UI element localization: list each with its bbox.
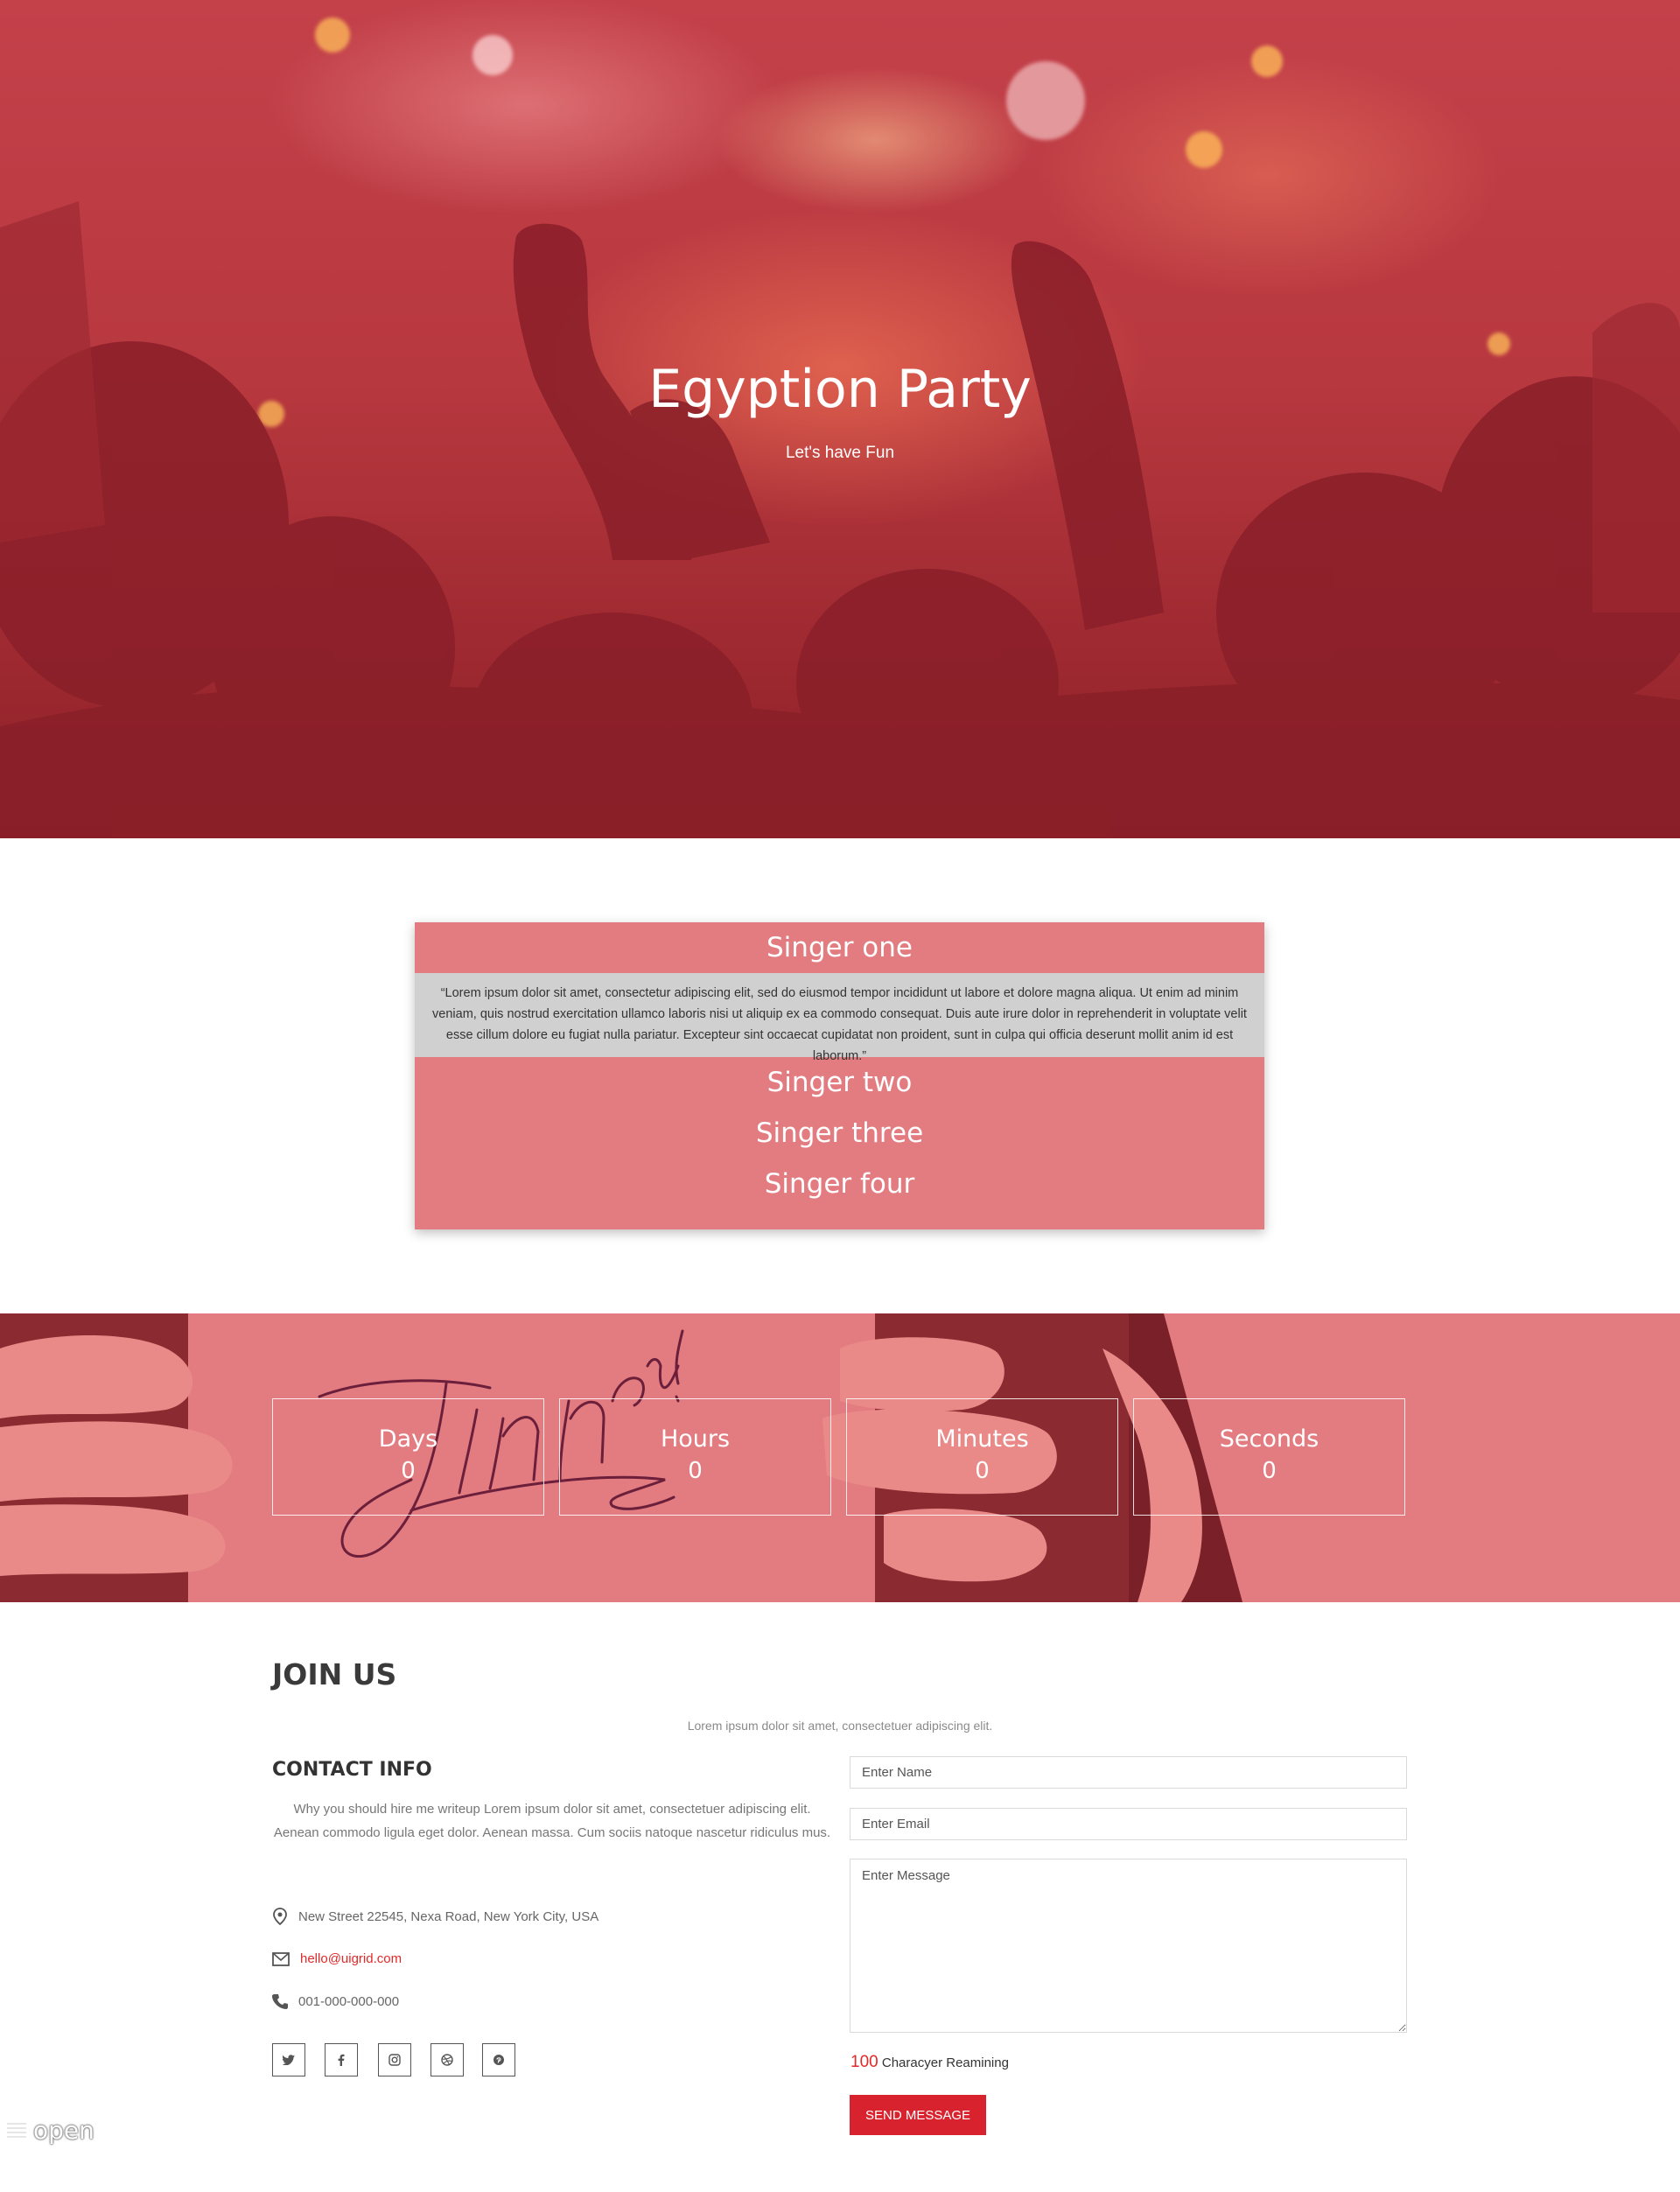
dribbble-button[interactable] <box>430 2043 464 2076</box>
phone-row: 001-000-000-000 <box>272 1993 399 2009</box>
location-pin-icon <box>273 1908 287 1925</box>
countdown-seconds-value: 0 <box>1262 1458 1277 1484</box>
join-subtitle: Lorem ipsum dolor sit amet, consectetuer… <box>687 1719 993 1733</box>
message-textarea[interactable] <box>850 1859 1407 2033</box>
countdown-minutes: Minutes 0 <box>846 1398 1118 1516</box>
join-title: JOIN US <box>272 1657 397 1691</box>
email-row: hello@uigrid.com <box>272 1951 402 1966</box>
address-row: New Street 22545, Nexa Road, New York Ci… <box>272 1908 598 1925</box>
instagram-button[interactable] <box>378 2043 411 2076</box>
facebook-button[interactable] <box>325 2043 358 2076</box>
characters-remaining-count: 100 <box>850 2053 878 2071</box>
countdown-minutes-label: Minutes <box>935 1425 1029 1453</box>
facebook-icon <box>338 2054 345 2066</box>
email-input[interactable] <box>850 1808 1407 1840</box>
accordion-header-singer-three[interactable]: Singer three <box>415 1108 1264 1159</box>
hero-section: Egyption Party Let's have Fun <box>0 0 1680 838</box>
phone-icon <box>272 1994 288 2009</box>
contact-info-text: Why you should hire me writeup Lorem ips… <box>273 1802 831 1840</box>
name-input[interactable] <box>850 1756 1407 1789</box>
accordion-header-singer-four[interactable]: Singer four <box>415 1159 1264 1209</box>
contact-info-title: CONTACT INFO <box>272 1759 432 1781</box>
accordion-panel-singer-one: “Lorem ipsum dolor sit amet, consectetur… <box>415 973 1264 1063</box>
instagram-icon <box>388 2054 401 2066</box>
twitter-button[interactable] <box>272 2043 305 2076</box>
envelope-icon <box>272 1951 290 1966</box>
hero-title: Egyption Party <box>648 359 1032 420</box>
phone-text: 001-000-000-000 <box>298 1993 400 2009</box>
join-us-sign-image <box>0 1313 1242 1602</box>
pinterest-button[interactable] <box>482 2043 515 2076</box>
countdown-hours-label: Hours <box>660 1425 731 1453</box>
countdown-section: Days 0 Hours 0 Minutes 0 Seconds 0 <box>0 1313 1680 1602</box>
open-sidenav-toggle[interactable]: open <box>5 2116 94 2145</box>
hero-subtitle: Let's have Fun <box>785 444 895 462</box>
countdown-minutes-value: 0 <box>975 1458 990 1484</box>
countdown-seconds: Seconds 0 <box>1133 1398 1405 1516</box>
menu-icon <box>7 2122 26 2138</box>
accordion-header-singer-two[interactable]: Singer two <box>415 1057 1264 1108</box>
characters-remaining: 100 Characyer Reamining <box>850 2053 1009 2072</box>
accordion-header-singer-one[interactable]: Singer one <box>415 922 1264 973</box>
twitter-icon <box>283 2055 295 2065</box>
open-label: open <box>33 2116 94 2145</box>
countdown-hours-value: 0 <box>688 1458 703 1484</box>
singers-accordion: Singer one “Lorem ipsum dolor sit amet, … <box>415 922 1264 1229</box>
dribbble-icon <box>441 2054 453 2066</box>
send-message-button[interactable]: SEND MESSAGE <box>850 2095 986 2135</box>
countdown-days-label: Days <box>378 1425 438 1453</box>
countdown-days-value: 0 <box>401 1458 416 1484</box>
countdown-hours: Hours 0 <box>559 1398 831 1516</box>
countdown-days: Days 0 <box>272 1398 544 1516</box>
characters-remaining-label: Characyer Reamining <box>881 2055 1009 2070</box>
pinterest-icon <box>494 2055 504 2065</box>
email-link[interactable]: hello@uigrid.com <box>300 1951 402 1966</box>
address-text: New Street 22545, Nexa Road, New York Ci… <box>298 1908 599 1924</box>
countdown-seconds-label: Seconds <box>1219 1425 1320 1453</box>
